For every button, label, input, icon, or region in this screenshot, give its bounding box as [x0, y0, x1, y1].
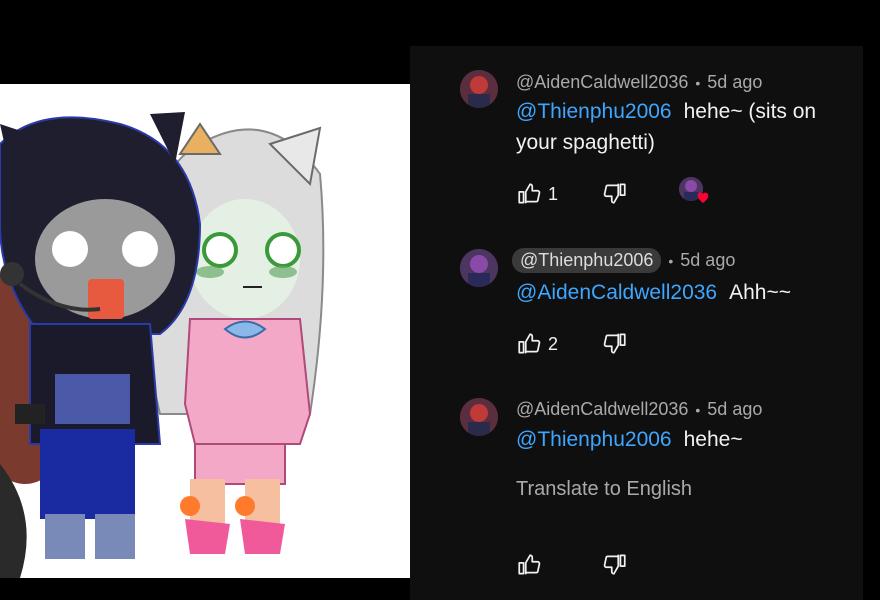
- comment-body: hehe~: [683, 428, 743, 451]
- translate-link[interactable]: Translate to English: [516, 478, 692, 501]
- comment-actions: [516, 551, 626, 579]
- separator-dot: •: [695, 401, 701, 418]
- comment-time: 5d ago: [680, 250, 736, 270]
- comment-meta: @AidenCaldwell2036 • 5d ago: [516, 72, 762, 93]
- gacha-characters-image: [0, 112, 325, 578]
- creator-heart: [679, 177, 711, 209]
- like-button[interactable]: [516, 552, 548, 578]
- comment-time: 5d ago: [707, 72, 763, 92]
- avatar[interactable]: [460, 70, 498, 108]
- thumbs-down-icon: [603, 554, 626, 575]
- like-count: 2: [548, 333, 559, 354]
- comment-actions: 2: [516, 330, 626, 358]
- mention-link[interactable]: @Thienphu2006: [516, 100, 672, 123]
- dislike-button[interactable]: [602, 180, 628, 206]
- comment-text: @Thienphu2006 hehe~ (sits on your spaghet…: [516, 96, 851, 158]
- avatar[interactable]: [460, 398, 498, 436]
- separator-dot: •: [695, 74, 701, 91]
- comment-text: @AidenCaldwell2036 Ahh~~: [516, 277, 851, 308]
- comment-actions: 1: [516, 177, 709, 208]
- like-button[interactable]: 2: [516, 331, 558, 357]
- comment-time: 5d ago: [707, 399, 763, 419]
- comment-author[interactable]: @AidenCaldwell2036: [516, 72, 688, 93]
- dislike-button[interactable]: [602, 330, 628, 356]
- like-count: 1: [548, 183, 559, 204]
- avatar[interactable]: [460, 249, 498, 287]
- dislike-button[interactable]: [602, 551, 628, 577]
- comment-author[interactable]: @Thienphu2006: [512, 248, 662, 273]
- comment-meta: @AidenCaldwell2036 • 5d ago: [516, 399, 762, 420]
- comments-panel: @AidenCaldwell2036 • 5d ago @Thienphu200…: [410, 46, 863, 600]
- thumbs-up-icon: [518, 333, 541, 354]
- thumbs-down-icon: [603, 333, 626, 354]
- separator-dot: •: [668, 252, 674, 269]
- comment-text: @Thienphu2006 hehe~: [516, 424, 851, 455]
- heart-icon: [697, 192, 709, 203]
- comment-meta: @Thienphu2006 • 5d ago: [512, 248, 736, 273]
- thumbs-up-icon: [518, 554, 541, 575]
- thumbs-down-icon: [603, 183, 626, 204]
- like-button[interactable]: 1: [516, 181, 558, 207]
- thumbs-up-icon: [518, 183, 541, 204]
- video-frame-illustration: [0, 84, 410, 578]
- comment-author[interactable]: @AidenCaldwell2036: [516, 399, 688, 420]
- comment-body: Ahh~~: [729, 281, 792, 304]
- mention-link[interactable]: @Thienphu2006: [516, 428, 672, 451]
- mention-link[interactable]: @AidenCaldwell2036: [516, 281, 717, 304]
